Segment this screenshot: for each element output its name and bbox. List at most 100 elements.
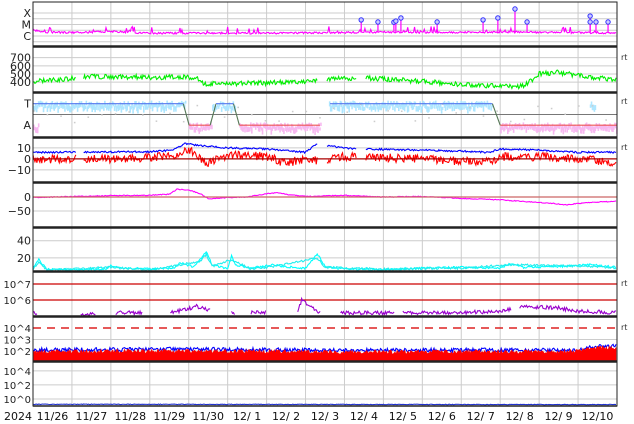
scatter-point xyxy=(414,120,417,122)
scatter-point xyxy=(101,114,103,116)
y-tick-label: 10^4 xyxy=(4,367,31,378)
scatter-point xyxy=(261,127,264,135)
scatter-point xyxy=(231,105,234,111)
scatter-point xyxy=(251,126,253,134)
high-energy-flux-line xyxy=(32,403,617,406)
y-tick-label: 10^3 xyxy=(4,336,31,347)
scatter-point xyxy=(319,127,321,131)
scatter-point xyxy=(64,105,66,112)
x-tick-label: 12/ 6 xyxy=(428,410,456,423)
y-tick-label: 10^0 xyxy=(4,395,31,406)
scatter-point xyxy=(320,122,322,127)
y-tick-label: 40 xyxy=(17,235,31,248)
scatter-point xyxy=(374,106,377,112)
scatter-point xyxy=(373,120,376,123)
year-label: 2024 xyxy=(4,410,32,423)
scatter-point xyxy=(291,110,294,113)
scatter-point xyxy=(169,112,171,115)
scatter-point xyxy=(37,123,40,128)
scatter-point xyxy=(58,105,60,110)
scatter-point xyxy=(128,111,130,113)
scatter-point xyxy=(346,111,349,113)
scatter-point xyxy=(319,117,321,119)
y-tick-label: T xyxy=(23,98,31,111)
scatter-point xyxy=(570,122,572,127)
scatter-point xyxy=(393,101,395,106)
scatter-point xyxy=(196,104,199,107)
x-tick-label: 12/ 7 xyxy=(467,410,495,423)
scatter-point xyxy=(400,110,403,112)
scatter-point xyxy=(521,126,524,130)
scatter-point xyxy=(211,124,213,130)
y-tick-label: −50 xyxy=(8,205,31,218)
scatter-point xyxy=(237,106,239,109)
flare-marker xyxy=(393,18,399,24)
scatter-point xyxy=(85,100,88,106)
scatter-point xyxy=(343,106,346,113)
y-tick-label: C xyxy=(23,30,31,43)
scatter-point xyxy=(223,116,226,118)
scatter-point xyxy=(363,106,366,111)
flare-marker xyxy=(480,17,486,23)
scatter-point xyxy=(348,105,350,113)
scatter-point xyxy=(578,105,580,107)
flare-marker xyxy=(358,17,364,23)
scatter-point xyxy=(165,104,167,112)
scatter-point xyxy=(251,113,253,116)
scatter-point xyxy=(60,115,62,117)
scatter-point xyxy=(182,120,185,123)
scatter-point xyxy=(142,114,144,116)
y-tick-label: 400 xyxy=(10,76,31,89)
y-tick-label: 20 xyxy=(17,252,31,265)
scatter-point xyxy=(550,107,553,110)
scatter-point xyxy=(264,120,267,122)
y-tick-label: −10 xyxy=(8,164,31,177)
scatter-point xyxy=(523,118,526,121)
y-tick-label: 10^4 xyxy=(4,324,31,335)
scatter-point xyxy=(564,113,567,115)
scatter-point xyxy=(496,110,498,112)
y-tick-label: A xyxy=(23,119,31,132)
x-tick-label: 11/27 xyxy=(76,410,108,423)
scatter-point xyxy=(114,113,117,115)
scatter-point xyxy=(428,106,430,112)
flare-marker xyxy=(398,15,404,21)
scatter-point xyxy=(69,106,72,113)
scatter-point xyxy=(562,127,565,135)
scatter-point xyxy=(184,100,187,104)
realtime-label: rt xyxy=(621,279,627,288)
flare-marker xyxy=(434,19,440,25)
flare-marker xyxy=(375,19,381,25)
scatter-point xyxy=(304,127,307,132)
x-tick-label: 11/29 xyxy=(153,410,185,423)
scatter-point xyxy=(509,120,512,123)
scatter-point xyxy=(283,127,285,134)
scatter-point xyxy=(594,105,597,111)
scatter-point xyxy=(407,105,410,112)
y-tick-label: 10^2 xyxy=(4,347,31,358)
scatter-point xyxy=(360,106,362,111)
scatter-point xyxy=(84,105,87,109)
x-tick-label: 12/ 8 xyxy=(506,410,534,423)
scatter-point xyxy=(451,106,454,112)
flare-marker xyxy=(587,19,593,25)
scatter-point xyxy=(199,128,202,132)
x-tick-label: 11/30 xyxy=(192,410,224,423)
scatter-point xyxy=(46,113,49,116)
scatter-point xyxy=(191,126,194,130)
scatter-point xyxy=(300,127,303,131)
scatter-point xyxy=(482,115,485,117)
flare-marker xyxy=(587,13,593,19)
y-tick-label: 10^2 xyxy=(4,381,31,392)
flare-marker xyxy=(495,15,501,21)
flare-marker xyxy=(593,19,599,25)
scatter-point xyxy=(305,110,308,113)
scatter-point xyxy=(525,127,528,133)
x-tick-label: 12/ 9 xyxy=(544,410,572,423)
y-tick-label: 10^6 xyxy=(4,296,31,307)
x-tick-label: 12/ 4 xyxy=(350,410,378,423)
scatter-point xyxy=(155,120,158,122)
scatter-point xyxy=(537,105,539,108)
scatter-point xyxy=(317,126,319,133)
realtime-label: rt xyxy=(621,53,627,62)
